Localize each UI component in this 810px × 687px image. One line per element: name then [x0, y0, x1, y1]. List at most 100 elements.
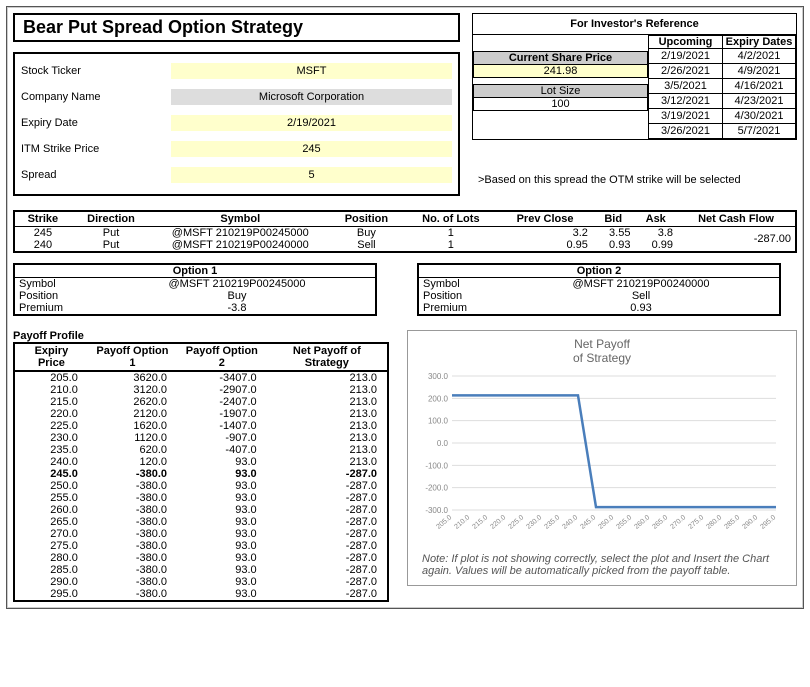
svg-text:245.0: 245.0	[579, 514, 597, 531]
cell: -287.0	[267, 528, 388, 540]
svg-text:260.0: 260.0	[633, 514, 651, 531]
expiry-cell: 3/12/2021	[648, 94, 722, 109]
lot-size-value: 100	[473, 98, 648, 111]
cell: 275.0	[14, 540, 88, 552]
cell: 1	[404, 227, 499, 240]
payoff-row: 235.0620.0-407.0213.0	[14, 444, 388, 456]
cell: 1120.0	[88, 432, 177, 444]
option1-premium: -3.8	[99, 302, 375, 314]
spread-input[interactable]: 5	[171, 167, 452, 183]
col-prev: Prev Close	[498, 212, 592, 227]
svg-text:205.0: 205.0	[435, 514, 453, 531]
cell: -287.0	[267, 468, 388, 480]
payoff-row: 245.0-380.093.0-287.0	[14, 468, 388, 480]
cell: 220.0	[14, 408, 88, 420]
payoff-row: 250.0-380.093.0-287.0	[14, 480, 388, 492]
chart-panel: Net Payoff of Strategy -300.0-200.0-100.…	[407, 330, 797, 586]
ticker-input[interactable]: MSFT	[171, 63, 452, 79]
expiry-dates-table: Upcoming 2/19/2021 2/26/2021 3/5/2021 3/…	[648, 35, 796, 139]
cell: 93.0	[177, 492, 267, 504]
cell: 213.0	[267, 444, 388, 456]
expiry-cell: 4/23/2021	[722, 94, 796, 109]
cell: -287.0	[267, 564, 388, 576]
company-label: Company Name	[21, 91, 171, 103]
payoff-row: 210.03120.0-2907.0213.0	[14, 384, 388, 396]
cell: 93.0	[177, 552, 267, 564]
payoff-row: 275.0-380.093.0-287.0	[14, 540, 388, 552]
col-bid: Bid	[592, 212, 635, 227]
net-cash-flow-value: -287.00	[677, 227, 795, 252]
company-output: Microsoft Corporation	[171, 89, 452, 105]
spread-label: Spread	[21, 169, 171, 181]
cell: -907.0	[177, 432, 267, 444]
payoff-row: 220.02120.0-1907.0213.0	[14, 408, 388, 420]
net-payoff-chart: -300.0-200.0-100.00.0100.0200.0300.0205.…	[414, 370, 782, 540]
cell: 205.0	[14, 371, 88, 384]
cell: 215.0	[14, 396, 88, 408]
cell: 93.0	[177, 456, 267, 468]
svg-text:100.0: 100.0	[428, 416, 449, 425]
payoff-row: 265.0-380.093.0-287.0	[14, 516, 388, 528]
cell: 3120.0	[88, 384, 177, 396]
cell: -1907.0	[177, 408, 267, 420]
cell: 213.0	[267, 456, 388, 468]
cell: -287.0	[267, 492, 388, 504]
cell: -1407.0	[177, 420, 267, 432]
col-direction: Direction	[71, 212, 152, 227]
expiry-cell: 3/19/2021	[648, 109, 722, 124]
svg-text:0.0: 0.0	[437, 439, 449, 448]
cell: -287.0	[267, 540, 388, 552]
label: Position	[19, 290, 99, 302]
cell: -407.0	[177, 444, 267, 456]
col-net-payoff: Net Payoff of Strategy	[267, 343, 388, 371]
cell: 290.0	[14, 576, 88, 588]
upcoming-header: Upcoming	[648, 35, 722, 49]
cell: Put	[71, 227, 152, 240]
cell: -380.0	[88, 480, 177, 492]
svg-text:240.0: 240.0	[561, 514, 579, 531]
expiry-cell: 2/19/2021	[648, 49, 722, 64]
svg-text:275.0: 275.0	[687, 514, 705, 531]
svg-text:300.0: 300.0	[428, 372, 449, 381]
payoff-row: 290.0-380.093.0-287.0	[14, 576, 388, 588]
strike-input[interactable]: 245	[171, 141, 452, 157]
svg-text:-200.0: -200.0	[425, 483, 448, 492]
label: Symbol	[423, 278, 503, 290]
payoff-row: 215.02620.0-2407.0213.0	[14, 396, 388, 408]
cell: 213.0	[267, 384, 388, 396]
payoff-row: 225.01620.0-1407.0213.0	[14, 420, 388, 432]
option2-symbol: @MSFT 210219P00240000	[503, 278, 779, 290]
ticker-label: Stock Ticker	[21, 65, 171, 77]
payoff-row: 230.01120.0-907.0213.0	[14, 432, 388, 444]
expiry-label: Expiry Date	[21, 117, 171, 129]
expiry-cell: 4/2/2021	[722, 49, 796, 64]
cell: 1620.0	[88, 420, 177, 432]
svg-text:290.0: 290.0	[741, 514, 759, 531]
cell: 93.0	[177, 504, 267, 516]
cell: 213.0	[267, 371, 388, 384]
cell: @MSFT 210219P00245000	[151, 227, 329, 240]
label: Symbol	[19, 278, 99, 290]
expiry-cell: 4/30/2021	[722, 109, 796, 124]
cell: -3407.0	[177, 371, 267, 384]
option1-position: Buy	[99, 290, 375, 302]
payoff-row: 285.0-380.093.0-287.0	[14, 564, 388, 576]
cell: 213.0	[267, 396, 388, 408]
cell: -380.0	[88, 516, 177, 528]
expiry-cell: 3/26/2021	[648, 124, 722, 139]
svg-text:230.0: 230.0	[525, 514, 543, 531]
expiry-cell: 3/5/2021	[648, 79, 722, 94]
cell: 225.0	[14, 420, 88, 432]
payoff-row: 260.0-380.093.0-287.0	[14, 504, 388, 516]
option1-title: Option 1	[15, 265, 375, 278]
cell: 245	[15, 227, 71, 240]
cell: Put	[71, 239, 152, 251]
option2-title: Option 2	[419, 265, 779, 278]
cell: 240	[15, 239, 71, 251]
expiry-input[interactable]: 2/19/2021	[171, 115, 452, 131]
option1-panel: Option 1 Symbol Position Premium @MSFT 2…	[13, 263, 377, 316]
cell: 93.0	[177, 516, 267, 528]
cell: -2907.0	[177, 384, 267, 396]
cell: 295.0	[14, 588, 88, 601]
cell: 93.0	[177, 588, 267, 601]
